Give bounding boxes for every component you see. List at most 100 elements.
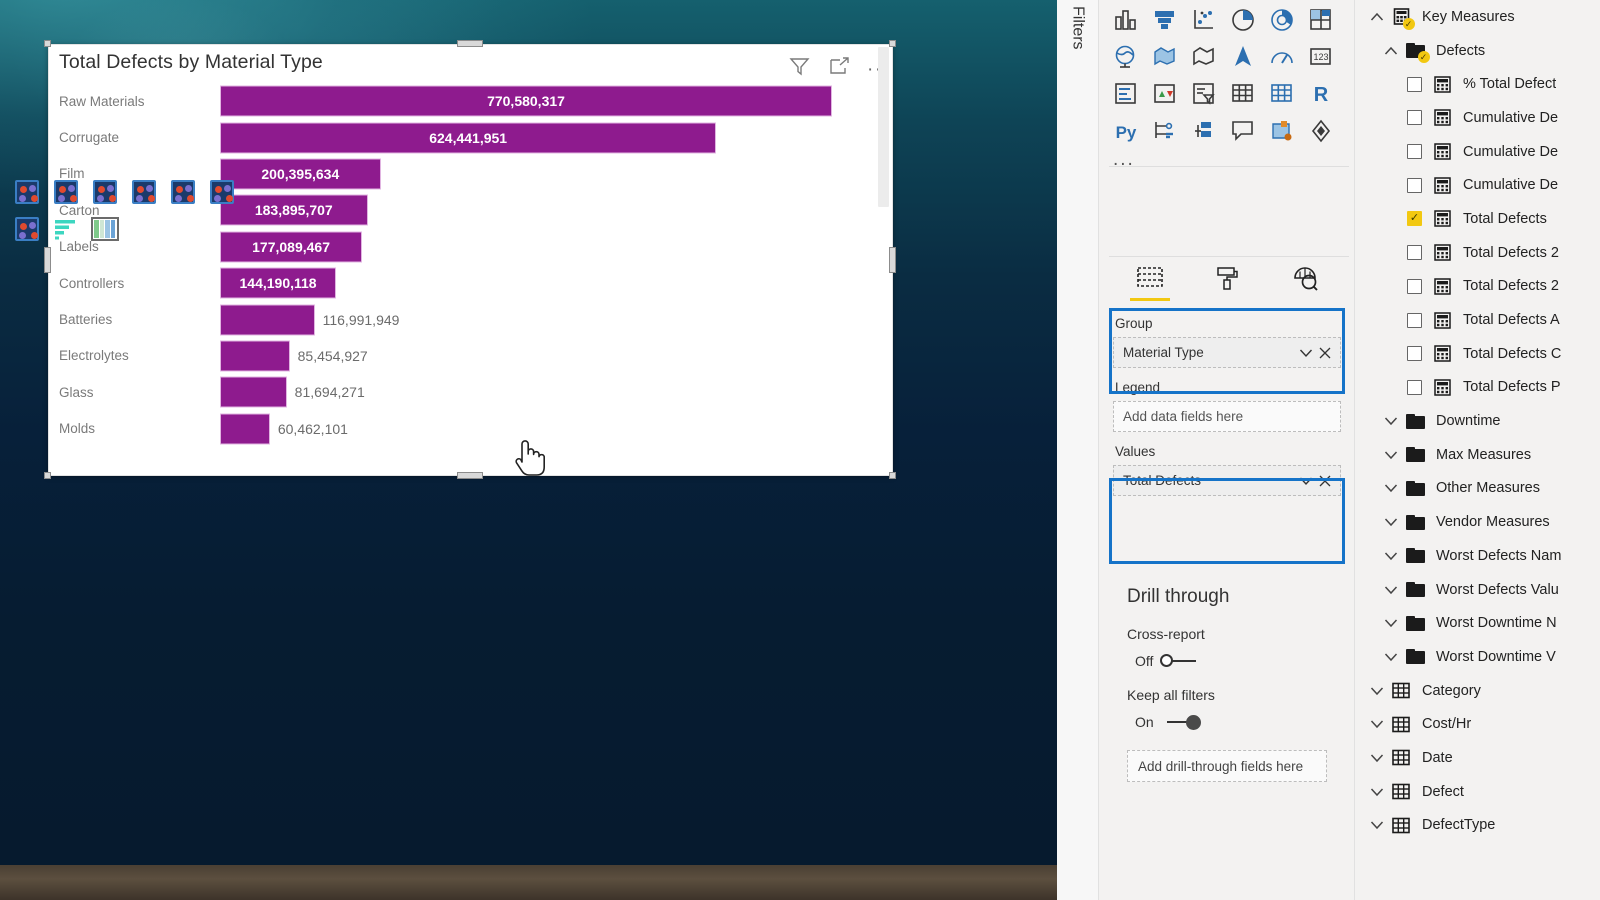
cross-report-toggle[interactable] xyxy=(1160,653,1200,669)
field-checkbox[interactable] xyxy=(1407,110,1422,126)
resize-handle-top-right[interactable] xyxy=(889,40,896,47)
custom-visual-icon[interactable] xyxy=(205,176,239,208)
remove-field-icon[interactable] xyxy=(1316,347,1334,359)
field-tree-row[interactable]: Total Defects 2 xyxy=(1355,270,1600,304)
arcgis-map-icon[interactable] xyxy=(1226,41,1260,73)
resize-handle-middle-right[interactable] xyxy=(889,247,896,273)
decomposition-tree-icon[interactable] xyxy=(1148,115,1182,147)
chevron-down-icon[interactable] xyxy=(1379,450,1403,460)
chevron-down-icon[interactable] xyxy=(1365,753,1389,763)
chevron-down-icon[interactable] xyxy=(1379,618,1403,628)
field-checkbox[interactable] xyxy=(1407,144,1422,160)
chevron-down-icon[interactable] xyxy=(1296,348,1316,358)
custom-visual-icon[interactable] xyxy=(127,176,161,208)
field-tree-row[interactable]: Date xyxy=(1355,741,1600,775)
format-tab[interactable] xyxy=(1210,263,1246,301)
power-apps-icon[interactable] xyxy=(1304,115,1338,147)
field-tree-row[interactable]: Total Defects P xyxy=(1355,371,1600,405)
more-visuals-icon[interactable]: ... xyxy=(1109,149,1345,171)
stacked-bar-chart-icon[interactable] xyxy=(1109,4,1143,36)
chevron-down-icon[interactable] xyxy=(1296,476,1316,486)
analytics-tab[interactable] xyxy=(1286,263,1324,301)
scatter-chart-icon[interactable] xyxy=(1187,4,1221,36)
field-tree-row[interactable]: ✓ Key Measures xyxy=(1355,0,1600,34)
fields-build-tab[interactable] xyxy=(1130,264,1170,301)
resize-handle-bottom-left[interactable] xyxy=(44,472,51,479)
custom-visual-chip[interactable] xyxy=(210,180,234,204)
field-checkbox[interactable] xyxy=(1407,346,1422,362)
chevron-down-icon[interactable] xyxy=(1379,517,1403,527)
field-checkbox-checked[interactable] xyxy=(1407,211,1422,227)
custom-visual-icon[interactable] xyxy=(166,176,200,208)
chevron-down-icon[interactable] xyxy=(1379,551,1403,561)
keep-all-filters-toggle-row[interactable]: On xyxy=(1113,703,1341,744)
field-tree-row[interactable]: Worst Downtime N xyxy=(1355,606,1600,640)
custom-visual-chip[interactable] xyxy=(171,180,195,204)
field-checkbox[interactable] xyxy=(1407,278,1422,294)
custom-visual-icon[interactable] xyxy=(49,176,83,208)
paginated-report-icon[interactable] xyxy=(1265,115,1299,147)
field-tree-row[interactable]: Total Defects xyxy=(1355,202,1600,236)
field-checkbox[interactable] xyxy=(1407,245,1422,261)
stacked-column-chart-icon[interactable] xyxy=(1148,4,1182,36)
treemap-icon[interactable] xyxy=(1304,4,1338,36)
chevron-up-icon[interactable] xyxy=(1379,46,1403,56)
field-tree-row[interactable]: Cumulative De xyxy=(1355,135,1600,169)
drill-through-dropzone[interactable]: Add drill-through fields here xyxy=(1127,750,1327,782)
bar[interactable] xyxy=(221,341,289,371)
chart-row[interactable]: Electrolytes 85,454,927 xyxy=(49,338,894,374)
field-checkbox[interactable] xyxy=(1407,312,1422,328)
resize-handle-bottom-center[interactable] xyxy=(457,472,483,479)
custom-visual-icon[interactable] xyxy=(88,176,122,208)
field-tree-row[interactable]: Other Measures xyxy=(1355,472,1600,506)
table-icon[interactable] xyxy=(1226,78,1260,110)
well-values-field[interactable]: Total Defects xyxy=(1113,465,1341,496)
bar-list-visual-icon[interactable] xyxy=(49,213,83,245)
matrix-icon[interactable] xyxy=(1265,78,1299,110)
field-tree-row[interactable]: Defect xyxy=(1355,775,1600,809)
field-tree-row[interactable]: Worst Defects Nam xyxy=(1355,539,1600,573)
chart-row[interactable]: Molds 60,462,101 xyxy=(49,411,894,447)
bar-chart[interactable]: Raw Materials 770,580,317 Corrugate 624,441… xyxy=(49,81,894,475)
field-tree-row[interactable]: Cost/Hr xyxy=(1355,707,1600,741)
chevron-down-icon[interactable] xyxy=(1379,652,1403,662)
chart-row[interactable]: Glass 81,694,271 xyxy=(49,374,894,410)
field-checkbox[interactable] xyxy=(1407,379,1422,395)
chevron-down-icon[interactable] xyxy=(1365,686,1389,696)
resize-handle-top-center[interactable] xyxy=(457,40,483,47)
multi-row-card-icon[interactable] xyxy=(1109,78,1143,110)
chevron-down-icon[interactable] xyxy=(1379,585,1403,595)
donut-chart-icon[interactable] xyxy=(1265,4,1299,36)
field-tree-row[interactable]: Cumulative De xyxy=(1355,168,1600,202)
report-visual-container[interactable]: Total Defects by Material Type ··· Raw M… xyxy=(48,44,893,476)
chart-vertical-scrollbar[interactable] xyxy=(878,47,889,207)
field-tree-row[interactable]: Vendor Measures xyxy=(1355,505,1600,539)
custom-visual-chip[interactable] xyxy=(93,180,117,204)
resize-handle-middle-left[interactable] xyxy=(44,247,51,273)
field-checkbox[interactable] xyxy=(1407,177,1422,193)
keep-all-filters-toggle[interactable] xyxy=(1161,714,1201,730)
well-legend-dropzone[interactable]: Add data fields here xyxy=(1113,401,1341,432)
chevron-down-icon[interactable] xyxy=(1365,719,1389,729)
field-tree-row[interactable]: Category xyxy=(1355,674,1600,708)
pie-chart-icon[interactable] xyxy=(1226,4,1260,36)
custom-visual-icon[interactable] xyxy=(10,176,44,208)
chevron-down-icon[interactable] xyxy=(1365,787,1389,797)
field-tree-row[interactable]: Total Defects C xyxy=(1355,337,1600,371)
key-influencers-icon[interactable] xyxy=(1187,115,1221,147)
resize-handle-top-left[interactable] xyxy=(44,40,51,47)
r-script-visual-icon[interactable]: R xyxy=(1304,78,1338,110)
slicer-icon[interactable] xyxy=(1187,78,1221,110)
chevron-down-icon[interactable] xyxy=(1365,820,1389,830)
field-tree-row[interactable]: DefectType xyxy=(1355,809,1600,843)
field-tree-row[interactable]: % Total Defect xyxy=(1355,67,1600,101)
field-tree-row[interactable]: Worst Downtime V xyxy=(1355,640,1600,674)
map-icon[interactable] xyxy=(1109,41,1143,73)
card-icon[interactable]: 123 xyxy=(1304,41,1338,73)
custom-visual-chip[interactable] xyxy=(15,217,39,241)
resize-handle-bottom-right[interactable] xyxy=(889,472,896,479)
chart-row[interactable]: Controllers 144,190,118 xyxy=(49,265,894,301)
field-checkbox[interactable] xyxy=(1407,76,1422,92)
chevron-down-icon[interactable] xyxy=(1379,416,1403,426)
filter-icon[interactable] xyxy=(789,57,810,81)
